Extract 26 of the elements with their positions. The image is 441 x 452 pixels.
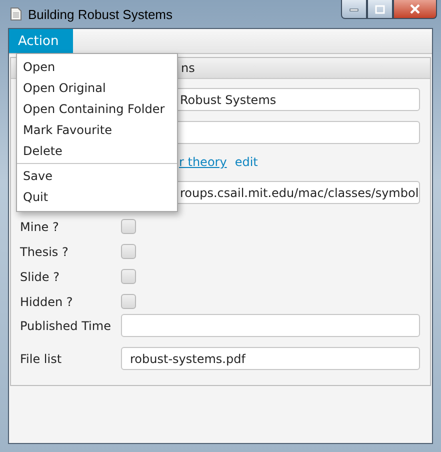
menu-item[interactable]: Delete [17, 141, 177, 162]
menu-item[interactable]: Mark Favourite [17, 120, 177, 141]
field-label: Slide ? [20, 270, 60, 284]
minimize-button[interactable] [341, 0, 367, 19]
maximize-button[interactable] [367, 0, 393, 19]
field-label: Mine ? [20, 220, 60, 234]
text-field[interactable]: robust-systems.pdf [121, 347, 420, 370]
field-label: File list [20, 352, 63, 366]
field-label: Thesis ? [20, 244, 70, 258]
close-button[interactable] [393, 0, 437, 19]
field-label: Hidden ? [20, 294, 74, 308]
link[interactable]: edit [234, 155, 258, 169]
menu-item[interactable]: Open [17, 57, 177, 78]
link[interactable]: r theory [179, 155, 227, 169]
text-field[interactable] [121, 314, 420, 337]
field-label: Published Time [20, 318, 112, 332]
checkbox[interactable] [121, 269, 136, 284]
close-icon [409, 4, 421, 14]
checkbox[interactable] [121, 244, 136, 259]
minimize-icon [349, 6, 359, 12]
window-title: Building Robust Systems [28, 6, 174, 22]
maximize-icon [375, 4, 385, 14]
checkbox[interactable] [121, 294, 136, 309]
document-icon [10, 7, 22, 21]
checkbox[interactable] [121, 219, 136, 234]
pane-title: ns [181, 61, 195, 75]
